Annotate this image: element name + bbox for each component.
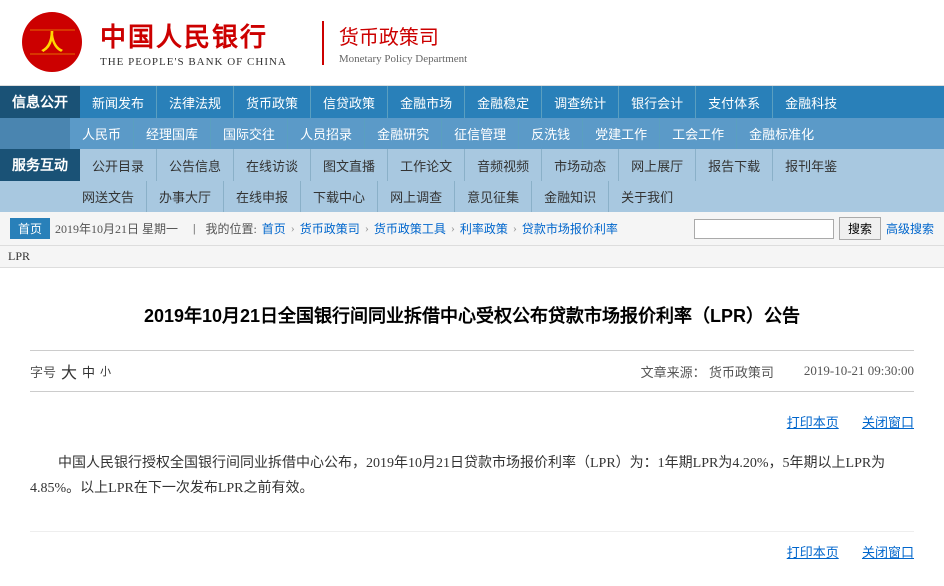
nav-download[interactable]: 下载中心 [301,181,377,212]
dept-area: 货币政策司 Monetary Policy Department [322,21,467,65]
nav-interview[interactable]: 在线访谈 [234,149,310,181]
nav-journal[interactable]: 报刊年鉴 [773,149,849,181]
breadcrumb-home-link[interactable]: 首页 [262,220,286,237]
nav-law[interactable]: 法律法规 [157,86,233,118]
nav-broadcast[interactable]: 图文直播 [311,149,387,181]
search-input[interactable] [694,219,834,239]
breadcrumb-sep: | [193,221,195,236]
print-link-top[interactable]: 打印本页 [787,415,839,430]
nav-row-2: 人民币 经理国库 国际交往 人员招录 金融研究 征信管理 反洗钱 党建工作 工会… [0,118,944,149]
article-date: 2019-10-21 09:30:00 [804,363,914,379]
breadcrumb-date: 2019年10月21日 星期一 [55,220,178,237]
logo-text-block: 中国人民银行 THE PEOPLE'S BANK OF CHINA [100,17,287,68]
font-large-btn[interactable]: 大 [61,359,77,383]
main-content: 2019年10月21日全国银行间同业拆借中心受权公布贷款市场报价利率（LPR）公… [0,268,944,586]
logo-en: THE PEOPLE'S BANK OF CHINA [100,56,287,68]
nav-knowledge[interactable]: 金融知识 [532,181,608,212]
breadcrumb-dept[interactable]: 货币政策司 [300,220,360,237]
font-label: 字号 [30,362,56,381]
nav-declare[interactable]: 在线申报 [224,181,300,212]
sep4: › [513,221,517,236]
svg-text:人: 人 [41,30,63,55]
sep3: › [451,221,455,236]
nav-items-row2: 人民币 经理国库 国际交往 人员招录 金融研究 征信管理 反洗钱 党建工作 工会… [70,118,944,149]
nav-banking[interactable]: 银行会计 [619,86,695,118]
logo-cn: 中国人民银行 [100,17,287,54]
nav-row-1: 信息公开 新闻发布 法律法规 货币政策 信贷政策 金融市场 金融稳定 调查统计 … [0,86,944,118]
nav-union[interactable]: 工会工作 [660,118,736,149]
source-label: 文章来源： [641,365,706,380]
nav-survey2[interactable]: 网上调查 [378,181,454,212]
nav-aml[interactable]: 反洗钱 [519,118,582,149]
nav-catalog[interactable]: 公开目录 [80,149,156,181]
breadcrumb-lpr[interactable]: 贷款市场报价利率 [522,220,618,237]
font-small-btn[interactable]: 小 [100,363,111,379]
nav-about[interactable]: 关于我们 [609,181,685,212]
header: 人 中国人民银行 THE PEOPLE'S BANK OF CHINA 货币政策… [0,0,944,86]
nav-finance-stable[interactable]: 金融稳定 [465,86,541,118]
nav-international[interactable]: 国际交往 [211,118,287,149]
nav-items-row1: 新闻发布 法律法规 货币政策 信贷政策 金融市场 金融稳定 调查统计 银行会计 … [80,86,944,118]
source-value: 货币政策司 [709,365,774,380]
article-meta: 字号 大 中 小 文章来源： 货币政策司 2019-10-21 09:30:00 [30,350,914,392]
nav-row-3: 服务互动 公开目录 公告信息 在线访谈 图文直播 工作论文 音频视频 市场动态 … [0,149,944,181]
font-medium-btn[interactable]: 中 [82,362,95,381]
nav-audio[interactable]: 音频视频 [465,149,541,181]
nav-credit[interactable]: 信贷政策 [311,86,387,118]
nav-items-row4: 网送文告 办事大厅 在线申报 下载中心 网上调查 意见征集 金融知识 关于我们 [70,181,944,212]
close-link-bottom[interactable]: 关闭窗口 [862,545,914,560]
nav-send[interactable]: 网送文告 [70,181,146,212]
dept-en: Monetary Policy Department [339,53,467,65]
nav-recruit[interactable]: 人员招录 [288,118,364,149]
font-size-ctrl: 字号 大 中 小 [30,359,111,383]
nav-standard[interactable]: 金融标准化 [737,118,826,149]
nav-monetary[interactable]: 货币政策 [234,86,310,118]
nav-label-info: 信息公开 [0,86,80,118]
nav-hall[interactable]: 网上展厅 [619,149,695,181]
location-label: 我的位置: [205,220,256,237]
article-body: 中国人民银行授权全国银行间同业拆借中心公布，2019年10月21日贷款市场报价利… [30,441,914,511]
nav-rmb[interactable]: 人民币 [70,118,133,149]
nav-row4-placeholder [0,181,70,212]
nav-payment[interactable]: 支付体系 [696,86,772,118]
nav-market[interactable]: 市场动态 [542,149,618,181]
nav-hall2[interactable]: 办事大厅 [147,181,223,212]
logo-area: 人 中国人民银行 THE PEOPLE'S BANK OF CHINA 货币政策… [20,10,467,75]
nav-row-4: 网送文告 办事大厅 在线申报 下载中心 网上调查 意见征集 金融知识 关于我们 [0,181,944,212]
print-link-bottom[interactable]: 打印本页 [787,545,839,560]
nav-notice[interactable]: 公告信息 [157,149,233,181]
close-link-top[interactable]: 关闭窗口 [862,415,914,430]
pboc-emblem: 人 [20,10,85,75]
nav-survey[interactable]: 调查统计 [542,86,618,118]
nav-finance-market[interactable]: 金融市场 [388,86,464,118]
nav-items-row3: 公开目录 公告信息 在线访谈 图文直播 工作论文 音频视频 市场动态 网上展厅 … [80,149,944,181]
article-source: 文章来源： 货币政策司 [641,362,774,381]
home-button[interactable]: 首页 [10,218,50,239]
nav-credit-mgmt[interactable]: 征信管理 [442,118,518,149]
breadcrumb-bar: 首页 2019年10月21日 星期一 | 我的位置: 首页 › 货币政策司 › … [0,212,944,246]
nav-paper[interactable]: 工作论文 [388,149,464,181]
dept-cn: 货币政策司 [339,21,467,50]
article-title: 2019年10月21日全国银行间同业拆借中心受权公布贷款市场报价利率（LPR）公… [30,303,914,330]
nav-opinion[interactable]: 意见征集 [455,181,531,212]
nav-fintech[interactable]: 金融科技 [773,86,849,118]
sep1: › [291,221,295,236]
lpr-line: LPR [0,246,944,268]
search-button[interactable]: 搜索 [839,217,881,240]
nav-party[interactable]: 党建工作 [583,118,659,149]
nav-label-service: 服务互动 [0,149,80,181]
breadcrumb-rate[interactable]: 利率政策 [460,220,508,237]
nav-treasury[interactable]: 经理国库 [134,118,210,149]
advanced-search-link[interactable]: 高级搜索 [886,220,934,237]
search-area: 搜索 高级搜索 [694,217,934,240]
nav-research[interactable]: 金融研究 [365,118,441,149]
nav-label-rmb [0,118,70,149]
action-bar-top: 打印本页 关闭窗口 [30,407,914,441]
sep2: › [365,221,369,236]
breadcrumb-tool[interactable]: 货币政策工具 [374,220,446,237]
nav-news[interactable]: 新闻发布 [80,86,156,118]
nav-report[interactable]: 报告下载 [696,149,772,181]
